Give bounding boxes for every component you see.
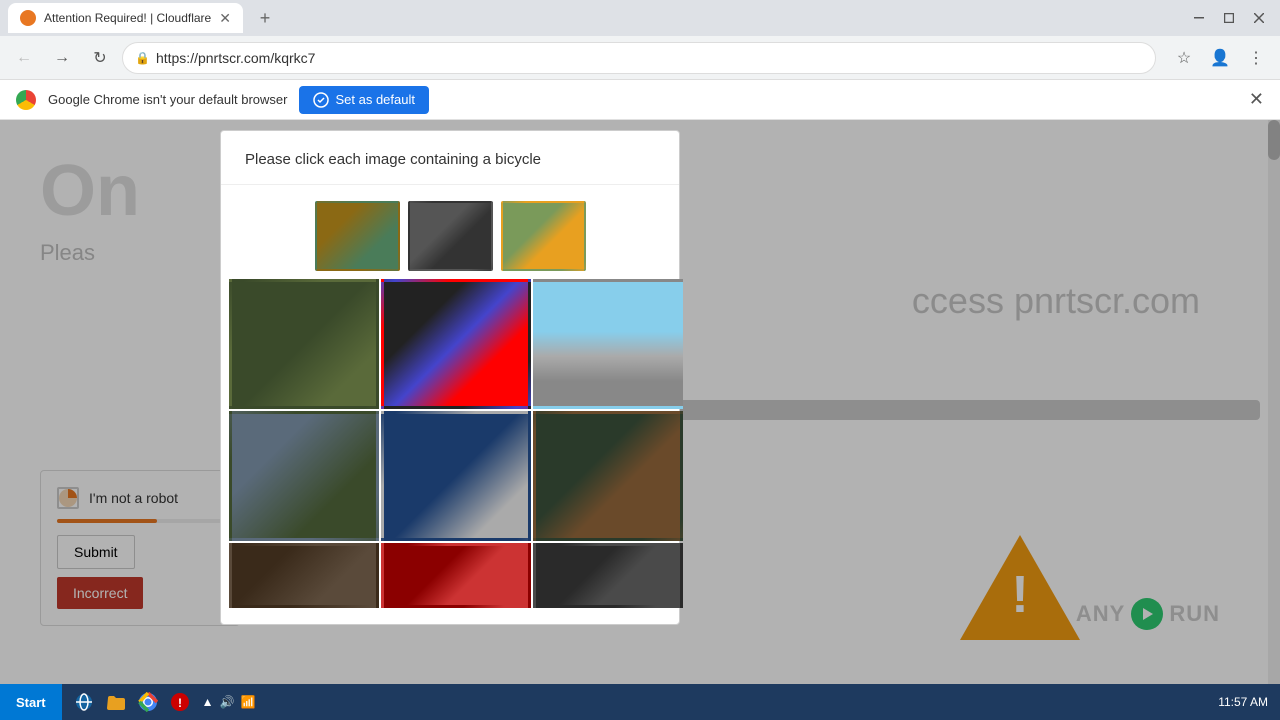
bookmark-button[interactable]: ☆	[1168, 42, 1200, 74]
taskbar-clock[interactable]: 11:57 AM	[1206, 695, 1280, 709]
svg-text:!: !	[178, 696, 182, 710]
captcha-grid-image-4[interactable]	[229, 411, 379, 541]
start-label: Start	[16, 695, 46, 710]
taskbar-time-display: 11:57 AM	[1218, 695, 1268, 709]
taskbar-icons: !	[70, 688, 194, 716]
chrome-logo	[16, 90, 36, 110]
top-images-row	[221, 201, 679, 271]
captcha-image-1[interactable]	[315, 201, 400, 271]
browser-frame: Attention Required! | Cloudflare ✕ + ← →…	[0, 0, 1280, 720]
tab-title: Attention Required! | Cloudflare	[44, 11, 211, 25]
menu-button[interactable]: ⋮	[1240, 42, 1272, 74]
captcha-image-2[interactable]	[408, 201, 493, 271]
system-tray: ▲ 🔊 📶	[194, 695, 264, 709]
info-bar: Google Chrome isn't your default browser…	[0, 80, 1280, 120]
nav-bar: ← → ↻ 🔒 https://pnrtscr.com/kqrkc7 ☆ 👤 ⋮	[0, 36, 1280, 80]
set-default-label: Set as default	[335, 92, 415, 107]
maximize-button[interactable]	[1216, 8, 1242, 28]
title-bar: Attention Required! | Cloudflare ✕ +	[0, 0, 1280, 36]
address-bar[interactable]: 🔒 https://pnrtscr.com/kqrkc7	[122, 42, 1156, 74]
captcha-box: Please click each image containing a bic…	[220, 130, 680, 625]
new-tab-button[interactable]: +	[251, 4, 279, 32]
taskbar-antivirus-icon[interactable]: !	[166, 688, 194, 716]
minimize-button[interactable]	[1186, 8, 1212, 28]
start-button[interactable]: Start	[0, 684, 62, 720]
tab-close-button[interactable]: ✕	[219, 10, 231, 27]
tray-network-icon[interactable]: 📶	[240, 695, 255, 709]
nav-right-buttons: ☆ 👤 ⋮	[1168, 42, 1272, 74]
taskbar-folder-icon[interactable]	[102, 688, 130, 716]
close-button[interactable]	[1246, 8, 1272, 28]
info-bar-text: Google Chrome isn't your default browser	[48, 92, 287, 107]
captcha-grid-image-3[interactable]	[533, 279, 683, 409]
info-bar-close-button[interactable]: ✕	[1249, 89, 1264, 110]
captcha-grid-image-5[interactable]	[381, 411, 531, 541]
page-content: On Pleas ccess pnrtscr.com Please click …	[0, 120, 1280, 720]
captcha-grid-image-6[interactable]	[533, 411, 683, 541]
captcha-grid-image-8[interactable]	[381, 543, 531, 608]
taskbar-chrome-icon[interactable]	[134, 688, 162, 716]
taskbar-ie-icon[interactable]	[70, 688, 98, 716]
captcha-image-3[interactable]	[501, 201, 586, 271]
back-button[interactable]: ←	[8, 42, 40, 74]
profile-button[interactable]: 👤	[1204, 42, 1236, 74]
tray-arrow-icon[interactable]: ▲	[202, 695, 214, 709]
window-controls	[1186, 8, 1272, 28]
captcha-grid-image-9[interactable]	[533, 543, 683, 608]
captcha-grid-image-1[interactable]	[229, 279, 379, 409]
url-text: https://pnrtscr.com/kqrkc7	[156, 50, 316, 66]
reload-button[interactable]: ↻	[84, 42, 116, 74]
forward-button[interactable]: →	[46, 42, 78, 74]
tab-favicon	[20, 10, 36, 26]
set-default-button[interactable]: Set as default	[299, 86, 429, 114]
tray-sound-icon[interactable]: 🔊	[220, 695, 235, 709]
taskbar: Start ! ▲ 🔊 📶 11:57 AM	[0, 684, 1280, 720]
captcha-title: Please click each image containing a bic…	[221, 131, 679, 185]
lock-icon: 🔒	[135, 51, 150, 65]
browser-tab[interactable]: Attention Required! | Cloudflare ✕	[8, 3, 243, 33]
captcha-grid-image-7[interactable]	[229, 543, 379, 608]
captcha-grid-image-2[interactable]	[381, 279, 531, 409]
